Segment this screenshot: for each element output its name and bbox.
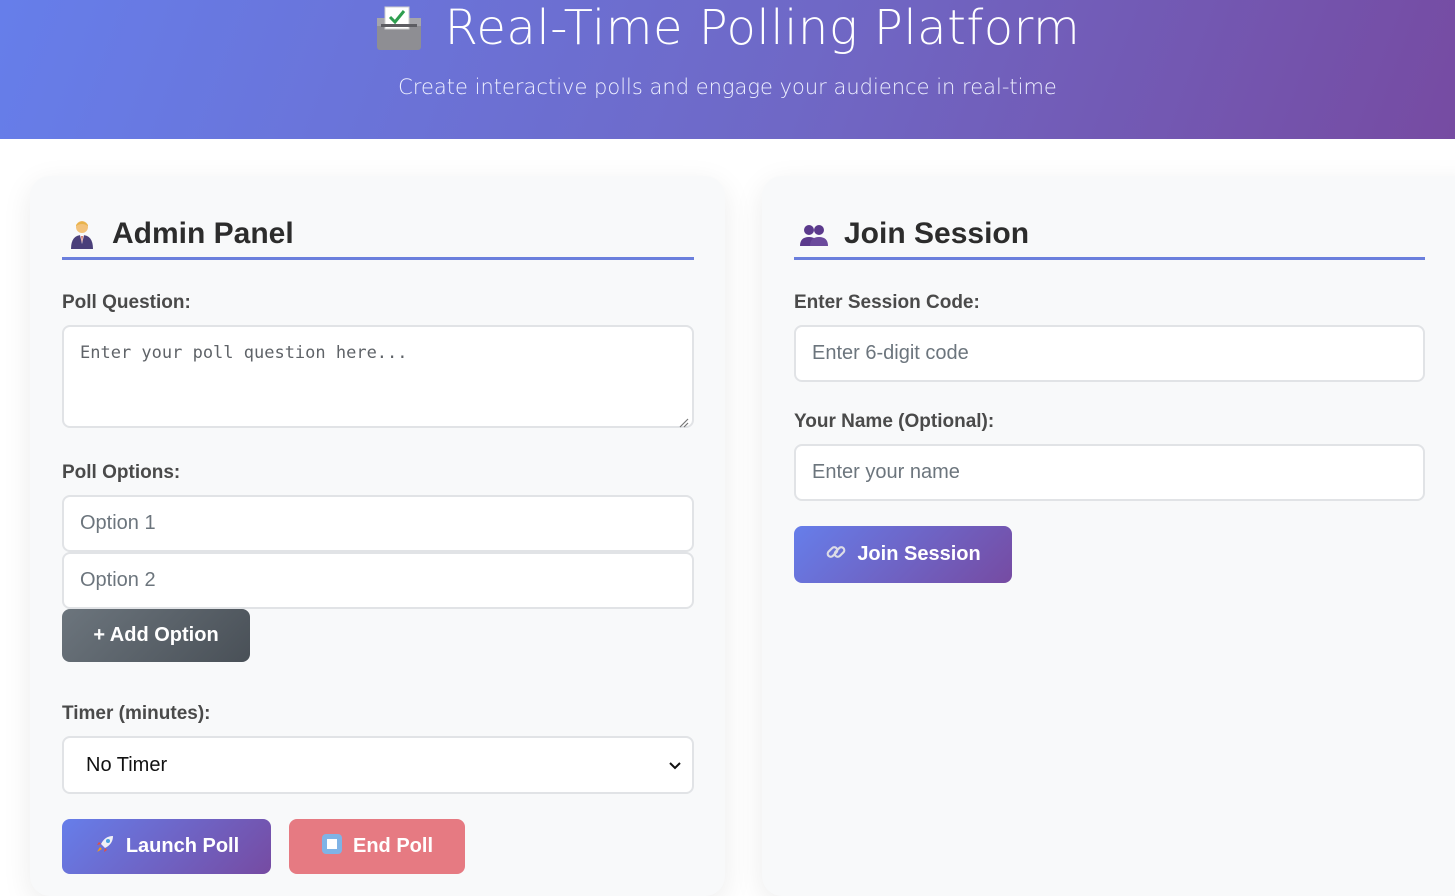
admin-panel: Admin Panel Poll Question: Enter your po…	[30, 176, 725, 896]
join-panel-title: Join Session	[794, 210, 1425, 260]
people-icon	[798, 218, 830, 250]
option-1-placeholder: Option 1	[80, 512, 156, 534]
launch-poll-label: Launch Poll	[125, 835, 240, 857]
your-name-placeholder: Enter your name	[812, 461, 960, 483]
ballot-box-icon	[375, 4, 423, 52]
option-1-input[interactable]: Option 1	[62, 495, 694, 552]
join-session-label: Join Session	[857, 543, 981, 565]
option-2-input[interactable]: Option 2	[62, 552, 694, 609]
timer-label: Timer (minutes):	[62, 703, 211, 724]
timer-select[interactable]: No Timer	[62, 736, 694, 794]
option-2-placeholder: Option 2	[80, 569, 156, 591]
link-icon	[825, 541, 847, 569]
resize-grip-icon[interactable]	[679, 413, 689, 428]
poll-question-placeholder: Enter your poll question here...	[80, 343, 408, 363]
chevron-down-icon	[668, 754, 682, 777]
page-title-text: Real-Time Polling Platform	[444, 0, 1081, 56]
launch-poll-button[interactable]: Launch Poll	[62, 819, 271, 874]
page-header: Real-Time Polling Platform Create intera…	[0, 0, 1455, 139]
admin-panel-title-text: Admin Panel	[112, 216, 294, 250]
join-session-button[interactable]: Join Session	[794, 526, 1012, 583]
poll-options-label: Poll Options:	[62, 462, 181, 483]
stop-icon	[321, 833, 343, 861]
your-name-label: Your Name (Optional):	[794, 411, 995, 432]
admin-person-icon	[66, 218, 98, 250]
timer-selected-value: No Timer	[86, 753, 168, 776]
poll-question-input[interactable]: Enter your poll question here...	[62, 325, 694, 428]
session-code-placeholder: Enter 6-digit code	[812, 342, 969, 364]
poll-question-label: Poll Question:	[62, 292, 191, 313]
your-name-input[interactable]: Enter your name	[794, 444, 1425, 501]
end-poll-label: End Poll	[353, 835, 433, 857]
join-panel-title-text: Join Session	[844, 216, 1030, 250]
join-panel: Join Session Enter Session Code: Enter 6…	[762, 176, 1455, 896]
session-code-input[interactable]: Enter 6-digit code	[794, 325, 1425, 382]
page-title: Real-Time Polling Platform	[0, 0, 1455, 58]
session-code-label: Enter Session Code:	[794, 292, 980, 313]
add-option-button[interactable]: + Add Option	[62, 609, 250, 662]
page-subtitle: Create interactive polls and engage your…	[398, 75, 1057, 99]
end-poll-button[interactable]: End Poll	[289, 819, 465, 874]
admin-panel-title: Admin Panel	[62, 210, 694, 260]
rocket-icon	[94, 833, 116, 861]
